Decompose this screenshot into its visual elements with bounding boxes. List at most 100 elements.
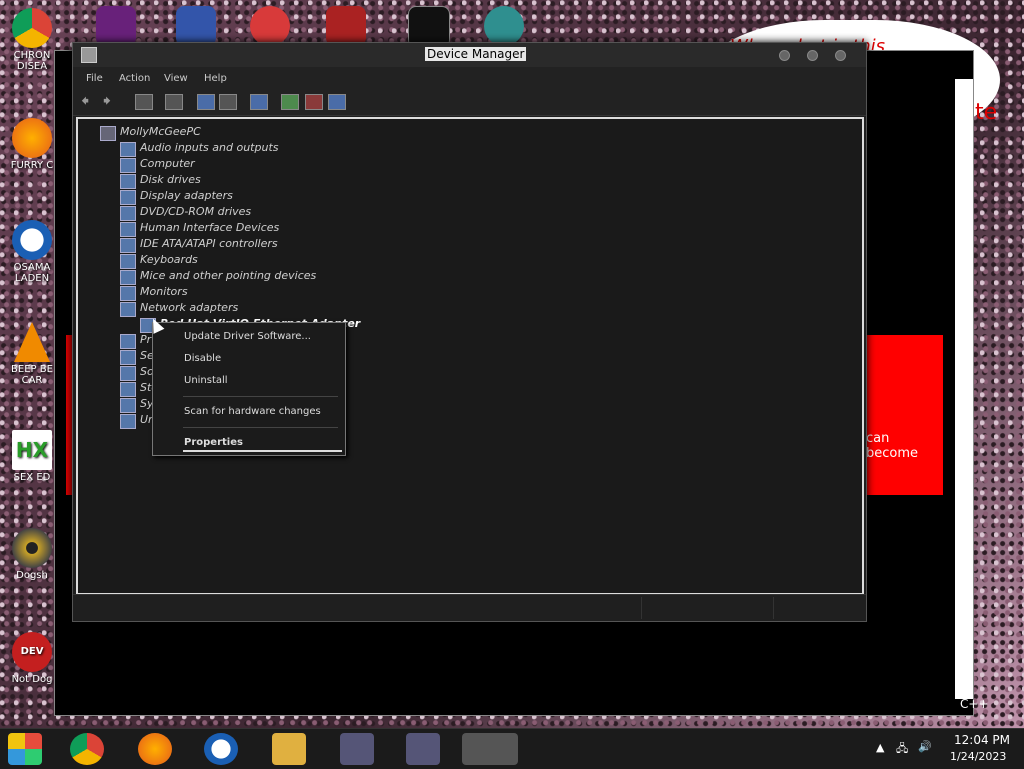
- network-adapter-icon: [120, 302, 136, 317]
- properties-icon[interactable]: [165, 94, 183, 110]
- dvd-drive-icon: [120, 206, 136, 221]
- tree-item-label: IDE ATA/ATAPI controllers: [140, 237, 278, 250]
- desktop-icon-firefox[interactable]: FURRY C: [4, 118, 60, 171]
- update-driver-icon[interactable]: [281, 94, 299, 110]
- taskbar-device-manager-active[interactable]: [462, 733, 518, 765]
- desktop-icon-hex[interactable]: HX SEX ED: [4, 430, 60, 483]
- network-icon[interactable]: 🖧: [896, 740, 908, 759]
- tree-item-label: Network adapters: [140, 301, 239, 314]
- start-button[interactable]: [8, 733, 42, 765]
- app-v-icon[interactable]: [326, 6, 366, 46]
- disc-icon: [12, 528, 52, 568]
- tree-item-label: Disk drives: [140, 173, 201, 186]
- monitor-icon: [120, 158, 136, 173]
- desktop-icon-label: FURRY C: [10, 160, 54, 171]
- status-divider: [641, 597, 642, 619]
- disk-icon: [120, 174, 136, 189]
- ide-controller-icon: [120, 238, 136, 253]
- maximize-button[interactable]: [807, 50, 818, 61]
- tree-item-label: Display adapters: [140, 189, 233, 202]
- tray-chevron-icon[interactable]: ▲: [876, 741, 884, 754]
- obama-logo-icon: [12, 220, 52, 260]
- menu-view[interactable]: View: [164, 73, 188, 84]
- status-divider: [773, 597, 774, 619]
- help-icon[interactable]: [197, 94, 215, 110]
- menu-item-uninstall[interactable]: Uninstall: [184, 375, 228, 386]
- tree-item-label: Audio inputs and outputs: [140, 141, 279, 154]
- tree-item-partial[interactable]: ▸Pr: [120, 333, 152, 349]
- back-arrow-icon[interactable]: 🠸: [81, 90, 97, 110]
- scan-hardware-icon[interactable]: [250, 94, 268, 110]
- menu-item-scan-hardware[interactable]: Scan for hardware changes: [184, 406, 321, 417]
- computer-icon: [100, 126, 116, 141]
- menu-file[interactable]: File: [86, 73, 103, 84]
- visual-studio-icon[interactable]: [96, 6, 136, 46]
- tree-item-ide[interactable]: ▸IDE ATA/ATAPI controllers: [120, 237, 278, 253]
- tree-item-disk[interactable]: ▸Disk drives: [120, 173, 201, 189]
- tree-item-display[interactable]: ▸Display adapters: [120, 189, 233, 205]
- title-bar[interactable]: Device Manager: [73, 43, 866, 67]
- enable-device-icon[interactable]: [328, 94, 346, 110]
- taskbar-firefox-icon[interactable]: [138, 733, 172, 765]
- tree-item-hid[interactable]: ▸Human Interface Devices: [120, 221, 280, 237]
- keyboard-icon: [120, 254, 136, 269]
- taskbar-device-icon[interactable]: [340, 733, 374, 765]
- tree-root-label: MollyMcGeePC: [120, 125, 201, 138]
- taskbar-chrome-icon[interactable]: [70, 733, 104, 765]
- tree-item-label: Pr: [140, 333, 152, 346]
- system-device-icon: [120, 398, 136, 413]
- devcpp-icon: DEV: [12, 632, 52, 672]
- taskbar-device-icon[interactable]: [406, 733, 440, 765]
- menu-item-update-driver[interactable]: Update Driver Software...: [184, 331, 311, 342]
- speech-bubble-text: te: [975, 100, 998, 125]
- close-button[interactable]: [835, 50, 846, 61]
- chrome-icon: [12, 8, 52, 48]
- desktop-icon-dogs[interactable]: Dogsh: [4, 528, 60, 581]
- tree-item-network[interactable]: ▾Network adapters: [120, 301, 239, 317]
- tree-item-mice[interactable]: ▸Mice and other pointing devices: [120, 269, 317, 285]
- tree-root[interactable]: ▾ MollyMcGeePC: [100, 125, 201, 141]
- volume-icon[interactable]: 🔊: [918, 740, 932, 753]
- desktop-icon-osama[interactable]: OSAMA LADEN: [4, 220, 60, 284]
- processor-icon: [120, 334, 136, 349]
- forward-arrow-icon[interactable]: 🠺: [103, 90, 119, 110]
- menu-item-disable[interactable]: Disable: [184, 353, 221, 364]
- menu-item-properties[interactable]: Properties: [184, 437, 243, 448]
- background-window-scrollbar[interactable]: [955, 79, 973, 699]
- taskbar-folder-icon[interactable]: [272, 733, 306, 765]
- red-panel-right: can become: [866, 335, 943, 495]
- tree-item-label: Mice and other pointing devices: [140, 269, 317, 282]
- tree-item-dvd[interactable]: ▸DVD/CD-ROM drives: [120, 205, 251, 221]
- hid-icon: [120, 222, 136, 237]
- app-2-icon[interactable]: [176, 6, 216, 46]
- clock-date[interactable]: 1/24/2023: [950, 750, 1006, 763]
- show-hide-console-tree-icon[interactable]: [135, 94, 153, 110]
- hex-icon: HX: [12, 430, 52, 470]
- action-pane-icon[interactable]: [219, 94, 237, 110]
- desktop-icon-label: OSAMA LADEN: [13, 262, 51, 284]
- tree-item-monitors[interactable]: ▸Monitors: [120, 285, 188, 301]
- usb-icon: [120, 414, 136, 429]
- tree-item-keyboards[interactable]: ▸Keyboards: [120, 253, 198, 269]
- security-device-icon: [120, 350, 136, 365]
- taskbar: ▲ 🖧 🔊 12:04 PM 1/24/2023: [0, 728, 1024, 769]
- toolbar: 🠸 🠺: [73, 89, 866, 116]
- minimize-button[interactable]: [779, 50, 790, 61]
- tree-item-label: Human Interface Devices: [140, 221, 280, 234]
- tree-item-computer[interactable]: ▸Computer: [120, 157, 195, 173]
- desktop-icon-devcpp[interactable]: DEV Not Dog: [4, 632, 60, 685]
- firefox-icon: [12, 118, 52, 158]
- app-p-icon[interactable]: [250, 6, 290, 46]
- window-title: Device Manager: [425, 47, 527, 61]
- menu-action[interactable]: Action: [119, 73, 150, 84]
- menu-help[interactable]: Help: [204, 73, 227, 84]
- clock-time[interactable]: 12:04 PM: [954, 733, 1010, 747]
- taskbar-obama-icon[interactable]: [204, 733, 238, 765]
- desktop-icon-chrome[interactable]: CHRON DISEA: [4, 8, 60, 72]
- menu-separator: [183, 396, 338, 397]
- app-globe-icon[interactable]: [484, 6, 524, 46]
- desktop-icon-vlc[interactable]: BEEP BE CAR: [4, 322, 60, 386]
- tree-item-audio[interactable]: ▸Audio inputs and outputs: [120, 141, 279, 157]
- uninstall-device-icon[interactable]: [305, 94, 323, 110]
- speaker-icon: [120, 142, 136, 157]
